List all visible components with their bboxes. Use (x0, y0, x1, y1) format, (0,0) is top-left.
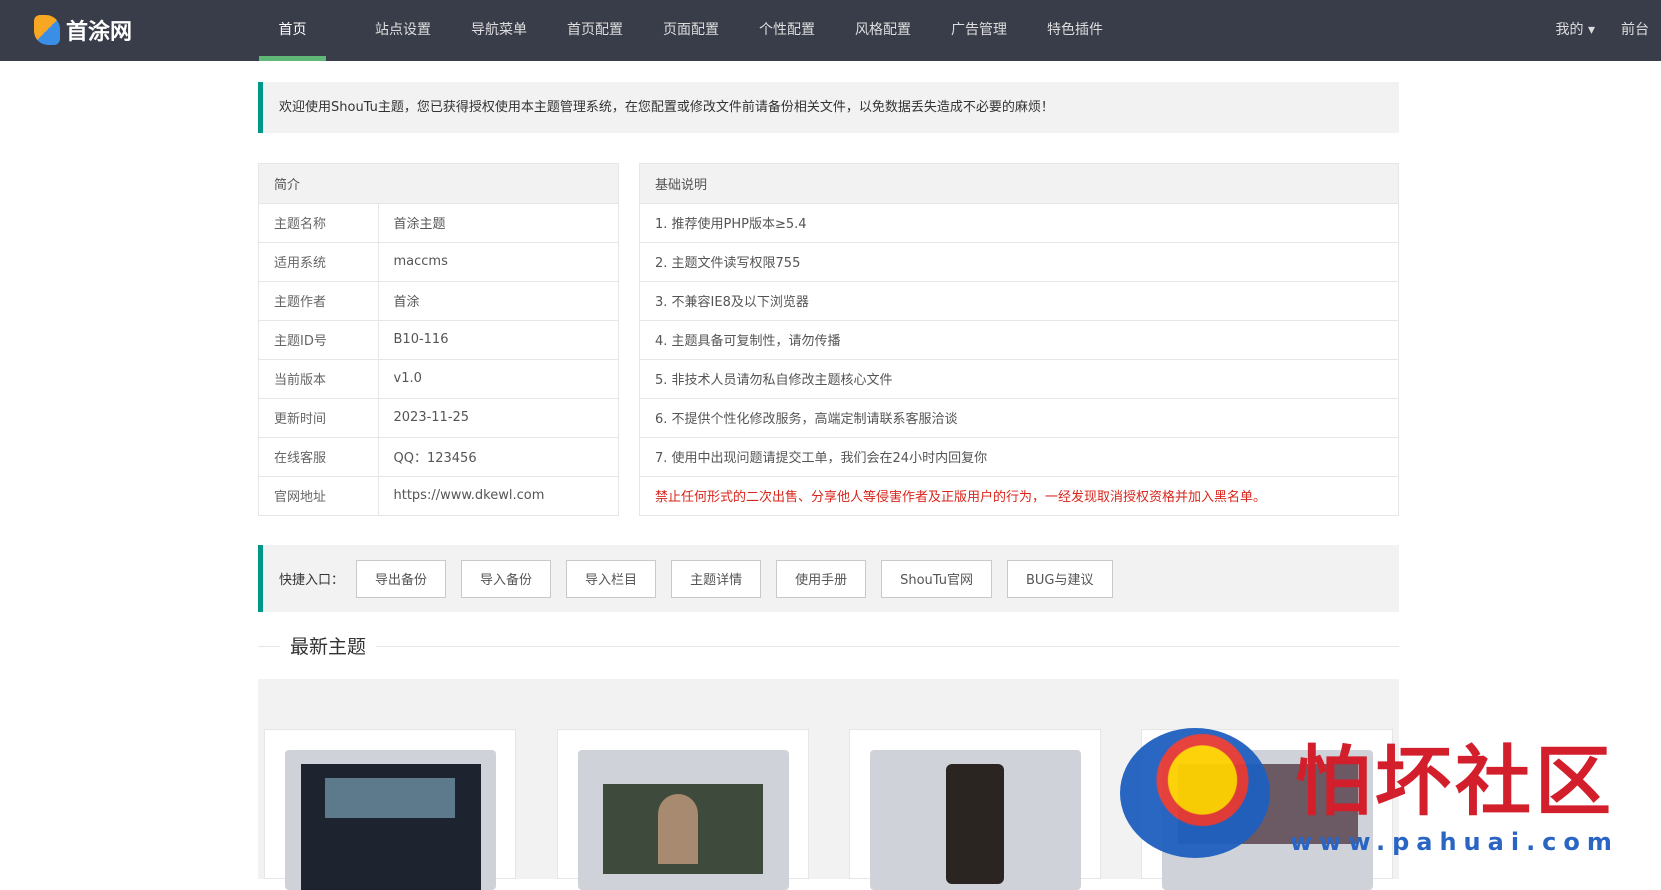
quick-entry-button[interactable]: 导出备份 (356, 559, 447, 598)
basics-row: 2. 主题文件读写权限755 (640, 241, 1398, 281)
intro-value: 首涂主题 (378, 202, 618, 242)
quick-entry-bar: 快捷入口： 导出备份 导入备份 导入栏目 主题详情 使用手册 ShouTu官网 BUG与建议 (258, 545, 1399, 612)
basics-item: 3. 不兼容IE8及以下浏览器 (640, 280, 1398, 320)
top-navbar: 首涂网 首页 站点设置 导航菜单 首页配置 页面配置 个性配置 风格配置 广告管… (0, 0, 1661, 61)
theme-card[interactable] (557, 729, 809, 890)
intro-value: v1.0 (378, 358, 618, 398)
theme-card[interactable] (264, 729, 516, 890)
basics-item: 7. 使用中出现问题请提交工单，我们会在24小时内回复你 (640, 436, 1398, 476)
main-menu: 首页 站点设置 导航菜单 首页配置 页面配置 个性配置 风格配置 广告管理 特色… (259, 0, 1123, 61)
intro-row: 当前版本 v1.0 (259, 358, 618, 398)
intro-key: 主题作者 (259, 280, 379, 320)
intro-row: 更新时间 2023-11-25 (259, 397, 618, 437)
quick-entry-button[interactable]: BUG与建议 (1006, 559, 1113, 598)
latest-themes-title: 最新主题 (280, 632, 377, 659)
intro-key: 官网地址 (259, 475, 379, 515)
intro-value: QQ：123456 (378, 436, 618, 476)
nav-home[interactable]: 首页 (259, 0, 326, 61)
intro-title: 简介 (259, 164, 618, 203)
nav-style-config[interactable]: 风格配置 (835, 0, 931, 61)
quick-entry-label: 快捷入口： (279, 573, 345, 588)
brand-name: 首涂网 (66, 20, 133, 45)
intro-key: 在线客服 (259, 436, 379, 476)
intro-row: 适用系统 maccms (259, 241, 618, 281)
welcome-notice: 欢迎使用ShouTu主题，您已获得授权使用本主题管理系统，在您配置或修改文件前请… (258, 82, 1399, 133)
intro-row: 主题作者 首涂 (259, 280, 618, 320)
theme-thumbnail (578, 750, 789, 890)
basics-row: 5. 非技术人员请勿私自修改主题核心文件 (640, 358, 1398, 398)
intro-row: 主题ID号 B10-116 (259, 319, 618, 359)
intro-key: 主题ID号 (259, 319, 379, 359)
quick-entry-button[interactable]: 导入备份 (461, 559, 552, 598)
nav-page-config[interactable]: 页面配置 (643, 0, 739, 61)
logo[interactable]: 首涂网 (34, 14, 132, 46)
intro-value: 2023-11-25 (378, 397, 618, 437)
intro-row: 主题名称 首涂主题 (259, 202, 618, 242)
basics-row: 1. 推荐使用PHP版本≥5.4 (640, 202, 1398, 242)
basics-item: 2. 主题文件读写权限755 (640, 241, 1398, 281)
quick-entry-button[interactable]: ShouTu官网 (881, 559, 992, 598)
intro-value: B10-116 (378, 319, 618, 359)
theme-gallery (258, 679, 1399, 890)
intro-value: 首涂 (378, 280, 618, 320)
basics-row: 7. 使用中出现问题请提交工单，我们会在24小时内回复你 (640, 436, 1398, 476)
warning-text: 禁止任何形式的二次出售、分享他人等侵害作者及正版用户的行为，一经发现取消授权资格… (640, 475, 1398, 515)
theme-thumbnail (285, 750, 496, 890)
intro-value: https://www.dkewl.com (378, 475, 618, 515)
user-menu[interactable]: 我的 ▾ (1556, 0, 1595, 61)
nav-navigation-menu[interactable]: 导航菜单 (451, 0, 547, 61)
nav-personal-config[interactable]: 个性配置 (739, 0, 835, 61)
theme-card[interactable] (849, 729, 1101, 890)
nav-plugins[interactable]: 特色插件 (1027, 0, 1123, 61)
basics-item: 5. 非技术人员请勿私自修改主题核心文件 (640, 358, 1398, 398)
theme-thumbnail (870, 750, 1081, 890)
intro-table: 简介 主题名称 首涂主题 适用系统 maccms 主题作者 首涂 主题ID号 B10-116 当… (258, 163, 619, 516)
intro-key: 当前版本 (259, 358, 379, 398)
latest-themes-header: 最新主题 (258, 632, 1399, 660)
intro-value: maccms (378, 241, 618, 281)
nav-site-settings[interactable]: 站点设置 (355, 0, 451, 61)
intro-key: 主题名称 (259, 202, 379, 242)
intro-row: 在线客服 QQ：123456 (259, 436, 618, 476)
theme-card[interactable] (1141, 729, 1393, 890)
frontend-link[interactable]: 前台 (1621, 0, 1649, 61)
quick-entry-button[interactable]: 使用手册 (776, 559, 867, 598)
basics-row: 3. 不兼容IE8及以下浏览器 (640, 280, 1398, 320)
basics-row: 4. 主题具备可复制性，请勿传播 (640, 319, 1398, 359)
intro-key: 更新时间 (259, 397, 379, 437)
nav-ads[interactable]: 广告管理 (931, 0, 1027, 61)
logo-icon (34, 15, 60, 45)
intro-row: 官网地址 https://www.dkewl.com (259, 475, 618, 515)
basics-title: 基础说明 (640, 164, 1398, 203)
basics-item: 4. 主题具备可复制性，请勿传播 (640, 319, 1398, 359)
basics-table: 基础说明 1. 推荐使用PHP版本≥5.4 2. 主题文件读写权限755 3. 不兼… (639, 163, 1399, 516)
nav-home-config[interactable]: 首页配置 (547, 0, 643, 61)
quick-entry-button[interactable]: 导入栏目 (566, 559, 657, 598)
theme-thumbnail (1162, 750, 1373, 890)
basics-item: 1. 推荐使用PHP版本≥5.4 (640, 202, 1398, 242)
basics-item: 6. 不提供个性化修改服务，高端定制请联系客服洽谈 (640, 397, 1398, 437)
quick-entry-button[interactable]: 主题详情 (671, 559, 762, 598)
intro-key: 适用系统 (259, 241, 379, 281)
basics-row: 6. 不提供个性化修改服务，高端定制请联系客服洽谈 (640, 397, 1398, 437)
